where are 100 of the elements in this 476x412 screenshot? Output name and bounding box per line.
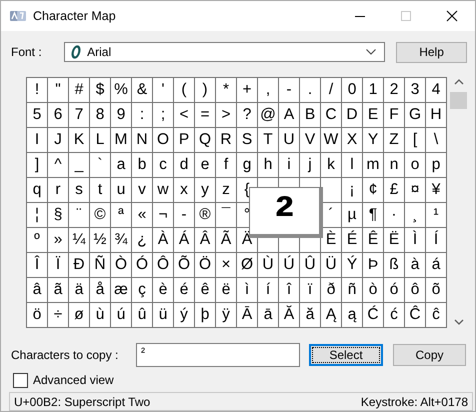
character-cell[interactable]: ) — [195, 78, 215, 102]
character-cell[interactable]: Ą — [321, 303, 341, 327]
character-cell[interactable]: ' — [153, 78, 173, 102]
character-cell[interactable]: ¹ — [426, 203, 446, 227]
character-cell[interactable]: ô — [405, 278, 425, 302]
character-cell[interactable]: 2 — [384, 78, 404, 102]
character-cell[interactable]: ý — [174, 303, 194, 327]
character-cell[interactable]: Ò — [111, 253, 131, 277]
character-cell[interactable]: ¸ — [405, 203, 425, 227]
character-cell[interactable]: Ö — [195, 253, 215, 277]
character-cell[interactable]: Ì — [405, 228, 425, 252]
character-cell[interactable]: Ø — [237, 253, 257, 277]
character-cell[interactable]: û — [132, 303, 152, 327]
character-cell[interactable]: J — [48, 128, 68, 152]
character-cell[interactable]: 3 — [405, 78, 425, 102]
character-cell[interactable]: « — [132, 203, 152, 227]
characters-to-copy-field[interactable]: ² — [136, 343, 300, 367]
character-cell[interactable]: Õ — [174, 253, 194, 277]
character-cell[interactable]: ß — [384, 253, 404, 277]
character-cell[interactable]: S — [237, 128, 257, 152]
character-cell[interactable]: 8 — [90, 103, 110, 127]
character-cell[interactable]: y — [195, 178, 215, 202]
character-cell[interactable]: w — [153, 178, 173, 202]
character-cell[interactable]: ¦ — [27, 203, 47, 227]
character-cell[interactable]: N — [132, 128, 152, 152]
character-cell[interactable]: Þ — [363, 253, 383, 277]
character-cell[interactable]: è — [153, 278, 173, 302]
character-cell[interactable]: Í — [426, 228, 446, 252]
character-cell[interactable]: 0 — [342, 78, 362, 102]
character-cell[interactable]: î — [279, 278, 299, 302]
character-cell[interactable]: ¡ — [342, 178, 362, 202]
character-cell[interactable]: ½ — [90, 228, 110, 252]
character-cell[interactable]: ¨ — [69, 203, 89, 227]
character-cell[interactable]: s — [69, 178, 89, 202]
character-cell[interactable]: W — [321, 128, 341, 152]
character-cell[interactable]: : — [132, 103, 152, 127]
character-cell[interactable]: E — [363, 103, 383, 127]
character-cell[interactable]: h — [258, 153, 278, 177]
character-cell[interactable]: £ — [384, 178, 404, 202]
character-cell[interactable]: ` — [90, 153, 110, 177]
character-cell[interactable]: [ — [405, 128, 425, 152]
character-cell[interactable]: Ć — [363, 303, 383, 327]
character-cell[interactable]: ¼ — [69, 228, 89, 252]
character-cell[interactable]: ¢ — [363, 178, 383, 202]
character-cell[interactable]: Ĉ — [405, 303, 425, 327]
character-cell[interactable]: ñ — [342, 278, 362, 302]
character-cell[interactable]: í — [258, 278, 278, 302]
character-cell[interactable]: Ô — [153, 253, 173, 277]
character-cell[interactable]: ð — [321, 278, 341, 302]
character-cell[interactable]: é — [174, 278, 194, 302]
character-cell[interactable]: g — [237, 153, 257, 177]
character-cell[interactable]: × — [216, 253, 236, 277]
character-cell[interactable]: å — [90, 278, 110, 302]
character-cell[interactable]: ù — [90, 303, 110, 327]
character-cell[interactable]: P — [174, 128, 194, 152]
character-cell[interactable]: X — [342, 128, 362, 152]
character-cell[interactable]: â — [27, 278, 47, 302]
character-cell[interactable]: ª — [111, 203, 131, 227]
character-cell[interactable]: H — [426, 103, 446, 127]
character-cell[interactable]: R — [216, 128, 236, 152]
character-cell[interactable]: ø — [69, 303, 89, 327]
character-cell[interactable]: ( — [174, 78, 194, 102]
character-cell[interactable]: ÿ — [216, 303, 236, 327]
character-cell[interactable]: § — [48, 203, 68, 227]
character-cell[interactable]: ¤ — [405, 178, 425, 202]
character-cell[interactable]: Ā — [237, 303, 257, 327]
character-cell[interactable]: , — [258, 78, 278, 102]
character-cell[interactable]: a — [111, 153, 131, 177]
character-cell[interactable]: ò — [363, 278, 383, 302]
character-cell[interactable]: Î — [27, 253, 47, 277]
character-cell[interactable]: Û — [300, 253, 320, 277]
character-cell[interactable]: õ — [426, 278, 446, 302]
character-cell[interactable]: Ã — [216, 228, 236, 252]
character-cell[interactable]: ! — [27, 78, 47, 102]
character-cell[interactable]: ï — [300, 278, 320, 302]
character-cell[interactable]: . — [300, 78, 320, 102]
character-cell[interactable]: x — [174, 178, 194, 202]
character-cell[interactable]: Ý — [342, 253, 362, 277]
character-cell[interactable]: V — [300, 128, 320, 152]
character-cell[interactable]: % — [111, 78, 131, 102]
character-cell[interactable]: D — [342, 103, 362, 127]
character-cell[interactable]: ¥ — [426, 178, 446, 202]
character-cell[interactable]: Ù — [258, 253, 278, 277]
character-cell[interactable]: Ë — [384, 228, 404, 252]
character-cell[interactable]: l — [342, 153, 362, 177]
character-cell[interactable]: ā — [258, 303, 278, 327]
character-cell[interactable]: q — [27, 178, 47, 202]
character-cell[interactable]: 7 — [69, 103, 89, 127]
character-cell[interactable]: + — [237, 78, 257, 102]
character-cell[interactable]: Ï — [48, 253, 68, 277]
character-cell[interactable]: · — [384, 203, 404, 227]
character-cell[interactable]: _ — [69, 153, 89, 177]
character-cell[interactable]: p — [426, 153, 446, 177]
character-cell[interactable]: L — [90, 128, 110, 152]
character-cell[interactable]: B — [300, 103, 320, 127]
character-cell[interactable]: þ — [195, 303, 215, 327]
character-cell[interactable]: M — [111, 128, 131, 152]
character-cell[interactable]: ] — [27, 153, 47, 177]
character-cell[interactable]: Ă — [279, 303, 299, 327]
character-cell[interactable]: o — [405, 153, 425, 177]
